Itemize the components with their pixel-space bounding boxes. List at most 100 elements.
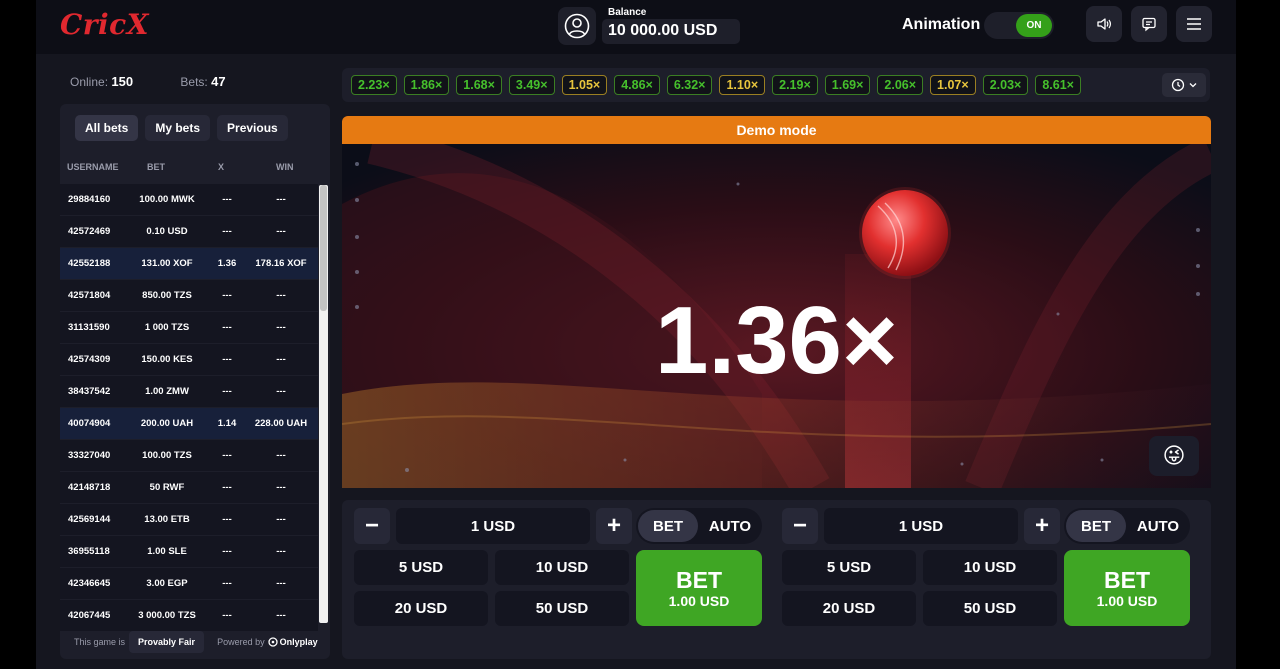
balance-value: 10 000.00 USD — [602, 19, 740, 44]
increase-amount-button[interactable]: + — [596, 508, 632, 544]
provably-fair-button[interactable]: Provably Fair — [129, 631, 205, 653]
tab-previous[interactable]: Previous — [217, 115, 288, 141]
bets-tabs: All bets My bets Previous — [75, 115, 288, 141]
chat-button[interactable] — [1131, 6, 1167, 42]
row-win: --- — [276, 290, 286, 301]
animation-toggle-state: ON — [1016, 14, 1052, 37]
row-multiplier: --- — [222, 290, 232, 301]
sound-button[interactable] — [1086, 6, 1122, 42]
place-bet-button[interactable]: BET 1.00 USD — [1064, 550, 1190, 626]
history-chip[interactable]: 2.03× — [982, 75, 1029, 95]
powered-by-label: Powered by — [217, 637, 265, 647]
increase-amount-button[interactable]: + — [1024, 508, 1060, 544]
provider-name: Onlyplay — [279, 637, 318, 647]
history-chip[interactable]: 8.61× — [1035, 75, 1081, 95]
history-chip[interactable]: 2.19× — [772, 75, 818, 95]
mode-bet-tab[interactable]: BET — [638, 510, 698, 542]
top-header: CricX Balance 10 000.00 USD Animation ON — [36, 0, 1236, 54]
bet-mode-switch: BET AUTO — [1064, 508, 1190, 544]
row-bet: 3.00 EGP — [146, 578, 188, 589]
row-win: --- — [276, 578, 286, 589]
emoji-button[interactable]: 😜 — [1149, 436, 1199, 476]
chevron-down-icon — [1189, 83, 1197, 88]
multiplier-history: 2.23× 1.86× 1.68× 3.49× 1.05× 4.86× 6.32× 1.10×… — [342, 68, 1210, 102]
history-chip[interactable]: 1.68× — [456, 75, 502, 95]
user-icon — [564, 13, 590, 39]
footer-prefix: This game is — [74, 637, 126, 647]
history-chip[interactable]: 6.32× — [666, 75, 713, 95]
profile-button[interactable] — [558, 7, 596, 45]
row-multiplier: --- — [222, 226, 232, 237]
mode-auto-tab[interactable]: AUTO — [700, 510, 760, 542]
table-row: 42572469 0.10 USD --- --- — [60, 216, 318, 248]
column-header-x: X — [218, 162, 225, 172]
history-chip[interactable]: 1.07× — [930, 75, 976, 95]
online-label: Online: — [70, 75, 109, 89]
tab-all-bets[interactable]: All bets — [75, 115, 139, 141]
menu-icon — [1187, 18, 1201, 30]
history-chip[interactable]: 2.06× — [877, 75, 924, 95]
history-chip[interactable]: 2.23× — [351, 75, 397, 95]
online-stats: Online: 150 Bets: 47 — [70, 74, 226, 89]
decrease-amount-button[interactable]: − — [782, 508, 818, 544]
tab-my-bets[interactable]: My bets — [145, 115, 211, 141]
row-win: --- — [276, 610, 286, 621]
row-bet: 1.00 ZMW — [145, 386, 189, 397]
row-multiplier: --- — [222, 194, 232, 205]
history-dropdown-button[interactable] — [1162, 73, 1206, 97]
row-win: --- — [276, 546, 286, 557]
menu-button[interactable] — [1176, 6, 1212, 42]
column-header-bet: BET — [147, 162, 165, 172]
quick-amount-50[interactable]: 50 USD — [495, 591, 629, 626]
bets-count-label: Bets: — [180, 75, 208, 89]
bets-scrollbar[interactable] — [319, 185, 328, 623]
row-bet: 13.00 ETB — [144, 514, 190, 525]
mode-auto-tab[interactable]: AUTO — [1128, 510, 1188, 542]
row-username: 33327040 — [68, 450, 111, 461]
current-multiplier: 1.36× — [655, 287, 898, 394]
quick-amount-20[interactable]: 20 USD — [354, 591, 488, 626]
row-username: 42572469 — [68, 226, 111, 237]
quick-amount-10[interactable]: 10 USD — [495, 550, 629, 585]
row-username: 31131590 — [68, 322, 110, 333]
bet-amount-input[interactable]: 1 USD — [824, 508, 1018, 544]
bet-amount-input[interactable]: 1 USD — [396, 508, 590, 544]
row-bet: 1 000 TZS — [144, 322, 190, 333]
place-bet-button[interactable]: BET 1.00 USD — [636, 550, 762, 626]
table-row: 40074904 200.00 UAH 1.14 228.00 UAH — [60, 408, 318, 440]
history-chip[interactable]: 3.49× — [508, 75, 555, 95]
cricx-logo[interactable]: CricX — [60, 8, 149, 41]
history-chip[interactable]: 1.69× — [824, 75, 871, 95]
bet-controls-area: − 1 USD + BET AUTO 5 USD 10 USD 20 USD 5… — [342, 500, 1211, 659]
mode-bet-tab[interactable]: BET — [1066, 510, 1126, 542]
row-bet: 1.00 SLE — [147, 546, 187, 557]
row-win: --- — [276, 482, 286, 493]
row-win: --- — [276, 386, 286, 397]
table-row: 38437542 1.00 ZMW --- --- — [60, 376, 318, 408]
row-multiplier: --- — [222, 354, 232, 365]
history-chip[interactable]: 1.10× — [719, 75, 766, 95]
history-chip[interactable]: 1.05× — [561, 75, 608, 95]
quick-amount-10[interactable]: 10 USD — [923, 550, 1057, 585]
row-win: --- — [276, 322, 286, 333]
bet-mode-switch: BET AUTO — [636, 508, 762, 544]
row-multiplier: --- — [222, 386, 232, 397]
history-chip[interactable]: 1.86× — [403, 75, 450, 95]
bets-scrollbar-thumb[interactable] — [320, 185, 327, 311]
decrease-amount-button[interactable]: − — [354, 508, 390, 544]
quick-amount-20[interactable]: 20 USD — [782, 591, 916, 626]
cricket-ball-icon — [859, 187, 951, 279]
quick-amount-5[interactable]: 5 USD — [354, 550, 488, 585]
row-bet: 50 RWF — [149, 482, 185, 493]
animation-toggle[interactable]: ON — [984, 12, 1054, 39]
balance-label: Balance — [608, 7, 647, 18]
row-username: 42552188 — [68, 258, 111, 269]
row-multiplier: 1.36 — [217, 258, 237, 269]
column-header-username: USERNAME — [67, 162, 119, 172]
row-win: --- — [276, 226, 286, 237]
online-value: 150 — [111, 74, 134, 89]
quick-amount-50[interactable]: 50 USD — [923, 591, 1057, 626]
quick-amount-5[interactable]: 5 USD — [782, 550, 916, 585]
table-row: 42571804 850.00 TZS --- --- — [60, 280, 318, 312]
history-chip[interactable]: 4.86× — [614, 75, 660, 95]
